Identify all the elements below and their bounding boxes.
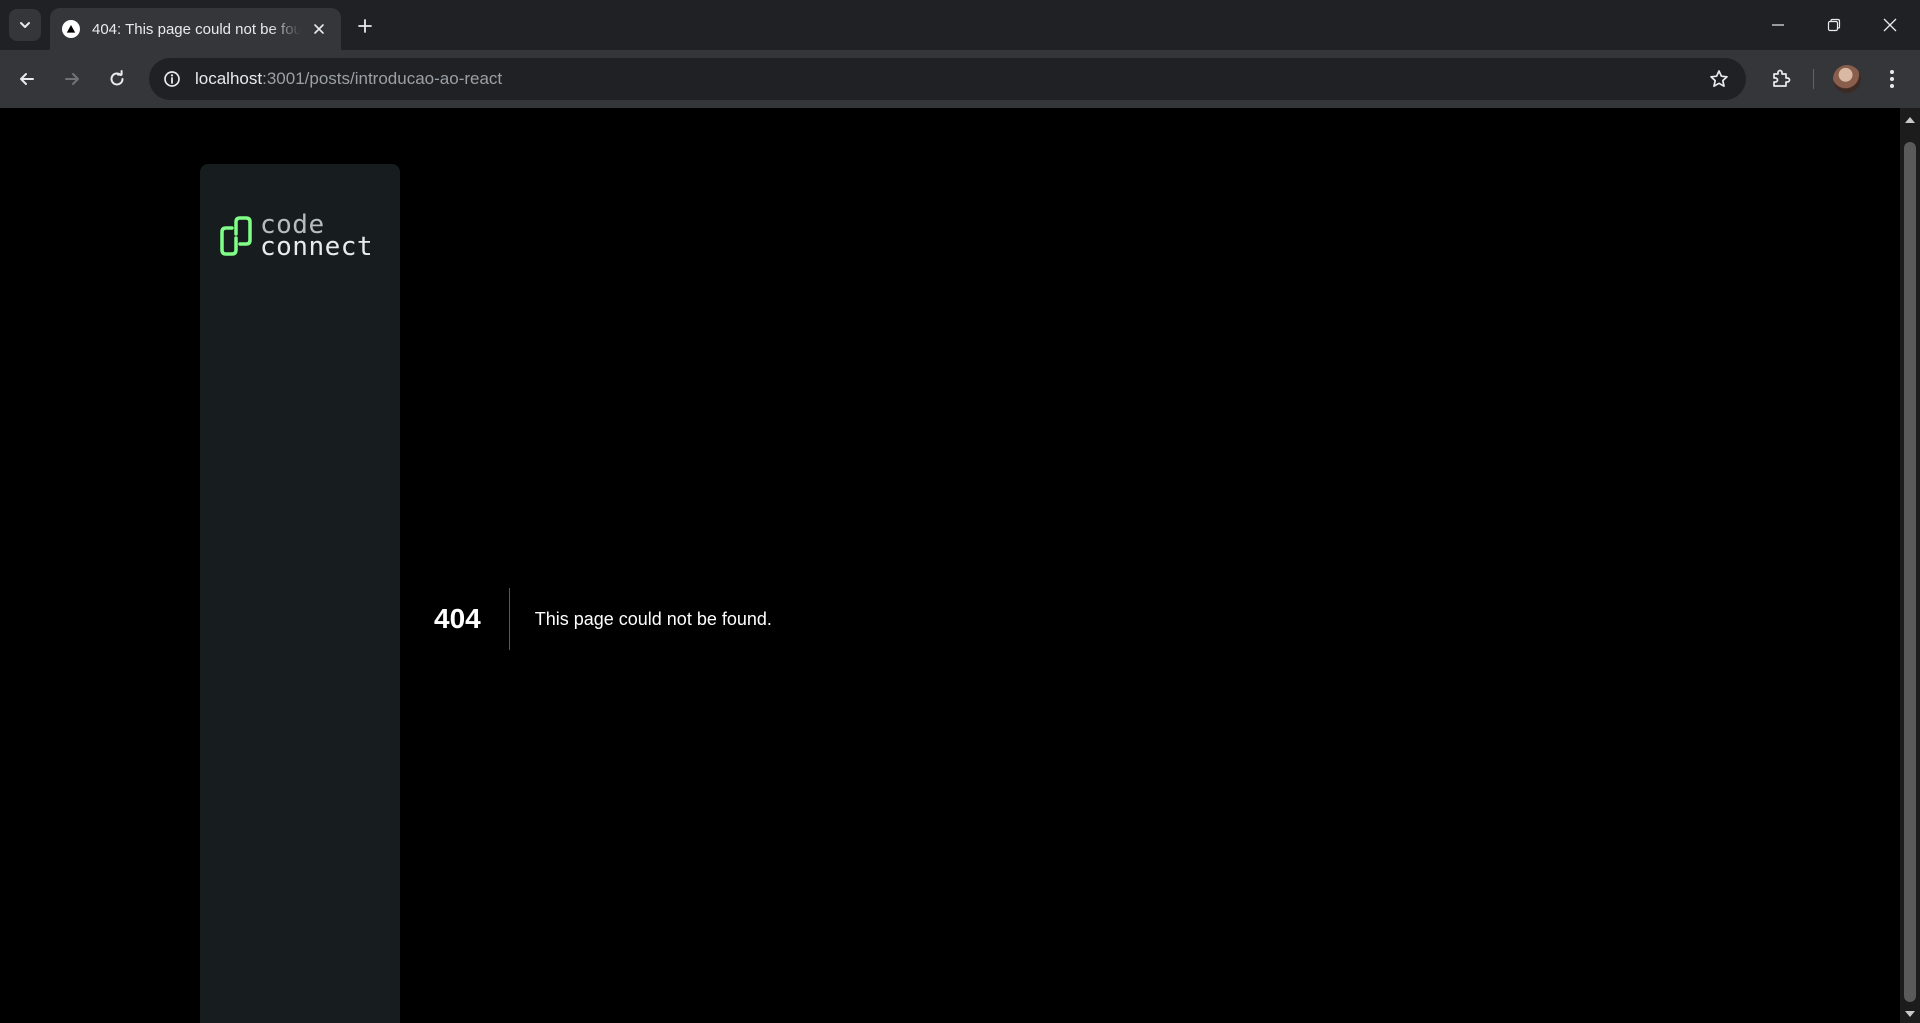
page-viewport: code connect 404 This page could not be … bbox=[0, 108, 1900, 1023]
menu-button[interactable] bbox=[1875, 62, 1909, 96]
minimize-button[interactable] bbox=[1750, 0, 1806, 50]
address-bar[interactable]: localhost:3001/posts/introducao-ao-react bbox=[149, 58, 1746, 100]
kebab-icon bbox=[1890, 70, 1894, 88]
info-icon[interactable] bbox=[157, 64, 187, 94]
restore-icon bbox=[1827, 18, 1841, 32]
reload-button[interactable] bbox=[100, 62, 134, 96]
new-tab-button[interactable] bbox=[352, 13, 378, 39]
restore-button[interactable] bbox=[1806, 0, 1862, 50]
error-code: 404 bbox=[434, 588, 510, 650]
scroll-down-arrow[interactable] bbox=[1905, 1011, 1915, 1017]
arrow-right-icon bbox=[65, 73, 79, 85]
forward-button[interactable] bbox=[55, 62, 89, 96]
scroll-up-arrow[interactable] bbox=[1905, 117, 1915, 123]
avatar[interactable] bbox=[1833, 65, 1861, 93]
triangle-icon bbox=[62, 20, 80, 38]
minimize-icon bbox=[1772, 24, 1784, 26]
url-host: localhost bbox=[195, 69, 263, 88]
link-logo-icon bbox=[220, 216, 252, 256]
url-text[interactable]: localhost:3001/posts/introducao-ao-react bbox=[195, 69, 502, 89]
extensions-button[interactable] bbox=[1764, 62, 1798, 96]
scroll-thumb[interactable] bbox=[1904, 142, 1916, 1002]
sidebar: code connect bbox=[200, 164, 400, 1023]
browser-tab-active[interactable]: 404: This page could not be found. bbox=[50, 8, 341, 50]
code-connect-logo[interactable]: code connect bbox=[218, 212, 374, 262]
close-icon[interactable] bbox=[309, 19, 329, 39]
star-icon[interactable] bbox=[1706, 66, 1732, 92]
chevron-down-icon bbox=[20, 22, 30, 28]
puzzle-icon bbox=[1773, 69, 1791, 87]
toolbar-divider bbox=[1813, 69, 1814, 89]
vertical-scrollbar[interactable] bbox=[1900, 108, 1920, 1023]
browser-toolbar: localhost:3001/posts/introducao-ao-react bbox=[0, 50, 1920, 108]
close-icon bbox=[1883, 18, 1897, 32]
close-window-button[interactable] bbox=[1862, 0, 1918, 50]
arrow-left-icon bbox=[20, 73, 34, 85]
back-button[interactable] bbox=[10, 62, 44, 96]
plus-icon bbox=[358, 19, 372, 33]
error-message: This page could not be found. bbox=[534, 608, 772, 629]
reload-icon bbox=[110, 70, 124, 86]
tab-search-button[interactable] bbox=[9, 9, 41, 41]
url-path: :3001/posts/introducao-ao-react bbox=[262, 69, 503, 88]
logo-word-connect: connect bbox=[260, 232, 374, 262]
not-found-message: 404 This page could not be found. bbox=[434, 588, 772, 650]
tab-title: 404: This page could not be found. bbox=[92, 20, 301, 38]
browser-title-bar: 404: This page could not be found. bbox=[0, 0, 1920, 50]
